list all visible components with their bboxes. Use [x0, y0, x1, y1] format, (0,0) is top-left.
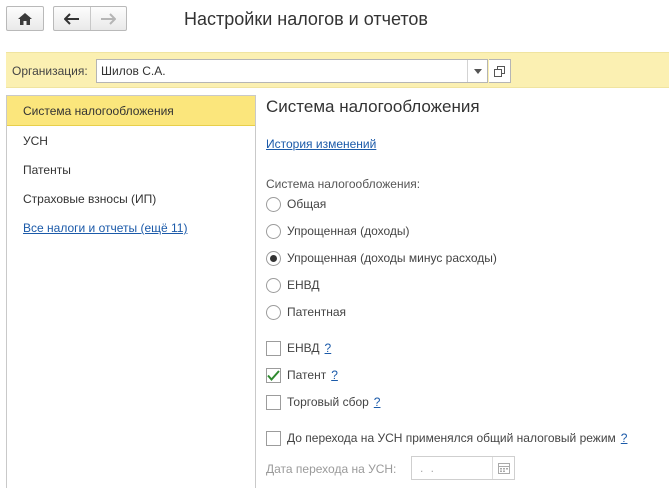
radio-button[interactable]: [266, 277, 281, 293]
open-window-icon: [494, 65, 505, 77]
navigation-buttons: [53, 6, 127, 31]
home-button[interactable]: [6, 6, 44, 31]
radio-button[interactable]: [266, 304, 281, 320]
sidebar-item-patents[interactable]: Патенты: [7, 155, 255, 185]
radio-patent[interactable]: Патентная: [266, 303, 346, 321]
help-link[interactable]: ?: [325, 341, 332, 355]
help-link[interactable]: ?: [331, 368, 338, 382]
sidebar-item-insurance[interactable]: Страховые взносы (ИП): [7, 184, 255, 214]
dropdown-button[interactable]: [467, 60, 487, 82]
radio-simplified-income-minus-expenses[interactable]: Упрощенная (доходы минус расходы): [266, 249, 497, 267]
open-organization-button[interactable]: [489, 59, 511, 83]
calendar-button[interactable]: [492, 457, 514, 479]
help-link[interactable]: ?: [621, 431, 628, 445]
radio-envd[interactable]: ЕНВД: [266, 276, 320, 294]
radio-general[interactable]: Общая: [266, 195, 326, 213]
organization-value: Шилов С.А.: [101, 64, 166, 78]
organization-field[interactable]: Шилов С.А.: [96, 59, 488, 83]
history-link[interactable]: История изменений: [266, 137, 376, 151]
page-title: Настройки налогов и отчетов: [184, 9, 428, 29]
checkmark-icon: [267, 369, 280, 381]
radio-simplified-income[interactable]: Упрощенная (доходы): [266, 222, 410, 240]
tax-system-label: Система налогообложения:: [266, 177, 421, 191]
calendar-icon: [497, 462, 510, 474]
checkbox[interactable]: [266, 430, 281, 446]
sidebar-item-tax-system[interactable]: Система налогообложения: [7, 96, 255, 126]
arrow-left-icon: [63, 12, 79, 25]
checkbox[interactable]: [266, 394, 281, 410]
organization-label: Организация:: [12, 64, 88, 78]
arrow-right-icon: [101, 12, 117, 25]
radio-button[interactable]: [266, 250, 281, 266]
transition-date-field[interactable]: . .: [411, 456, 515, 480]
checkbox-trade-fee[interactable]: Торговый сбор ?: [266, 393, 380, 411]
checkbox-envd[interactable]: ЕНВД ?: [266, 339, 331, 357]
section-title: Система налогообложения: [266, 97, 480, 116]
checkbox-patent[interactable]: Патент ?: [266, 366, 338, 384]
organization-bar: Организация: Шилов С.А.: [6, 52, 669, 88]
sidebar-item-usn[interactable]: УСН: [7, 126, 255, 156]
chevron-down-icon: [473, 68, 482, 74]
checkbox-general-before-usn[interactable]: До перехода на УСН применялся общий нало…: [266, 429, 627, 447]
radio-button[interactable]: [266, 196, 281, 212]
transition-date-value: . .: [420, 461, 437, 475]
sidebar: Система налогообложения УСН Патенты Стра…: [6, 95, 256, 488]
home-icon: [18, 12, 32, 25]
transition-date-label: Дата перехода на УСН:: [266, 462, 397, 476]
back-button[interactable]: [54, 7, 90, 30]
radio-button[interactable]: [266, 223, 281, 239]
forward-button[interactable]: [89, 7, 127, 30]
sidebar-item-all-taxes[interactable]: Все налоги и отчеты (ещё 11): [7, 213, 255, 243]
help-link[interactable]: ?: [374, 395, 381, 409]
checkbox[interactable]: [266, 367, 281, 383]
checkbox[interactable]: [266, 340, 281, 356]
